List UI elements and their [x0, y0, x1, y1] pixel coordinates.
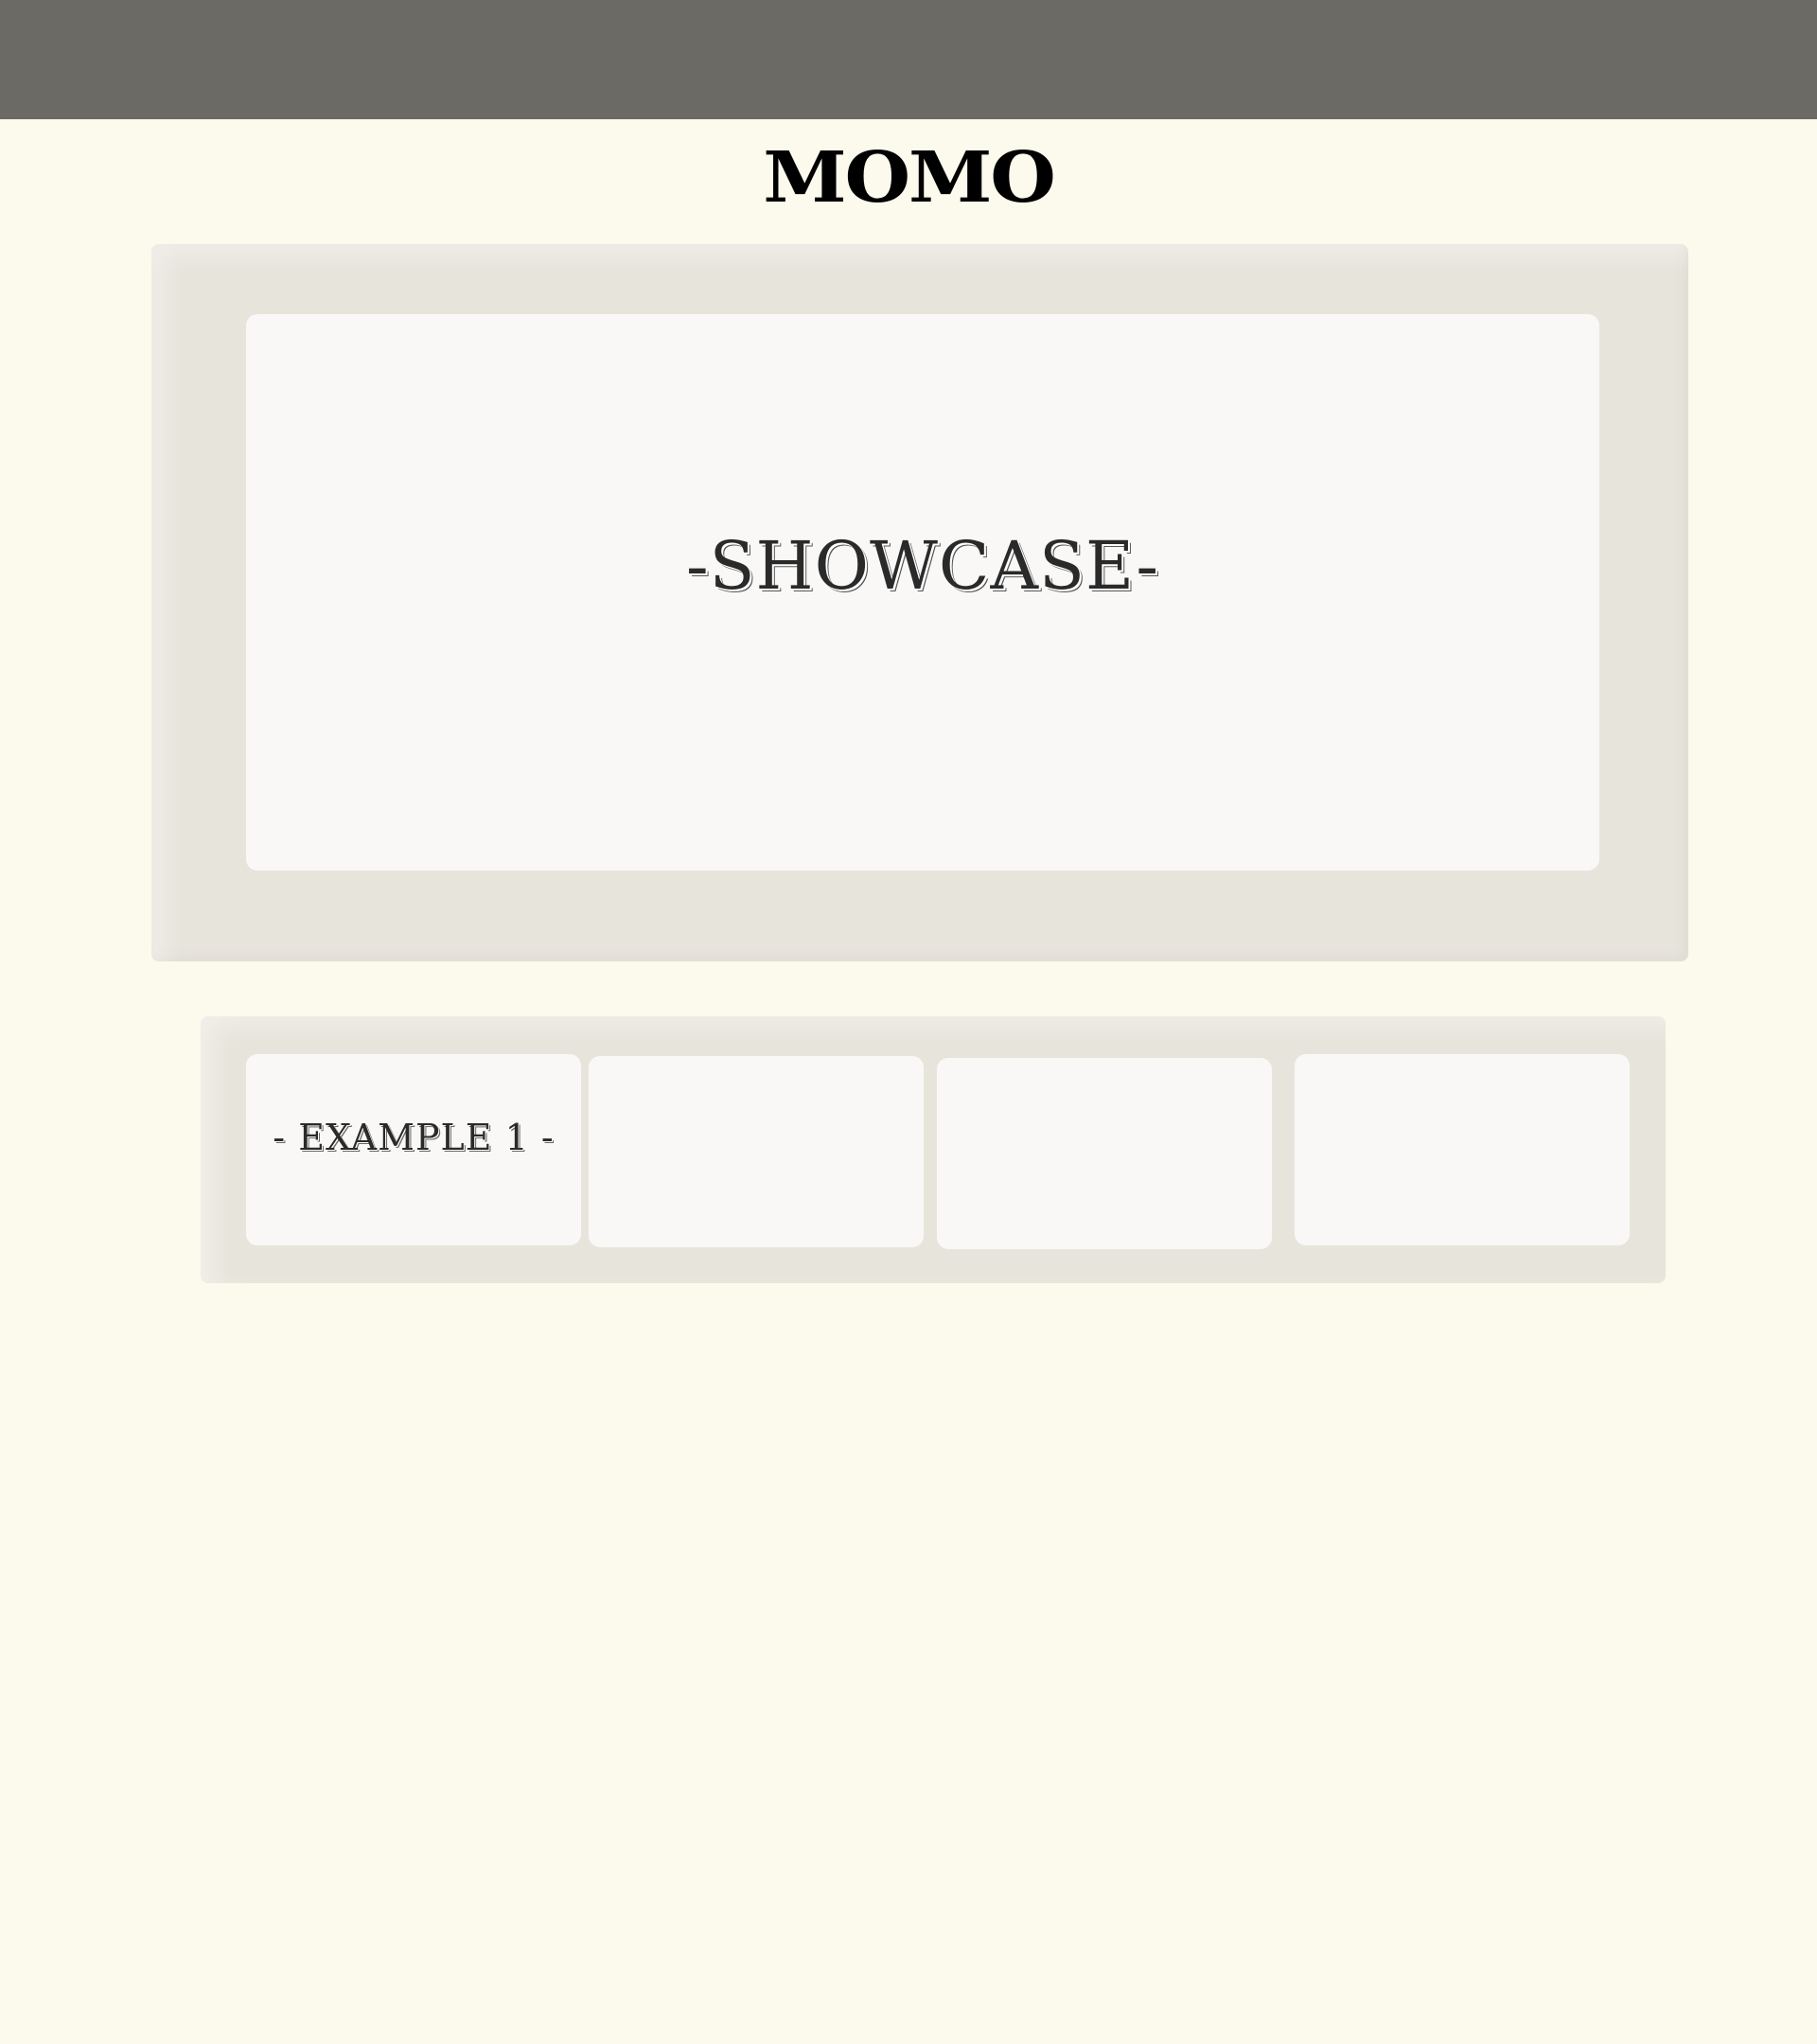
top-bar — [0, 0, 1817, 119]
showcase-title: -SHOWCASE- — [685, 527, 1160, 605]
example-card-4[interactable] — [1295, 1054, 1630, 1245]
site-title[interactable]: MOMO — [0, 140, 1817, 216]
example-card-3[interactable] — [937, 1058, 1272, 1249]
example-card-2[interactable] — [589, 1056, 924, 1247]
example-card-1[interactable]: - EXAMPLE 1 - — [246, 1054, 581, 1245]
example-card-1-label: - EXAMPLE 1 - — [273, 1117, 555, 1158]
